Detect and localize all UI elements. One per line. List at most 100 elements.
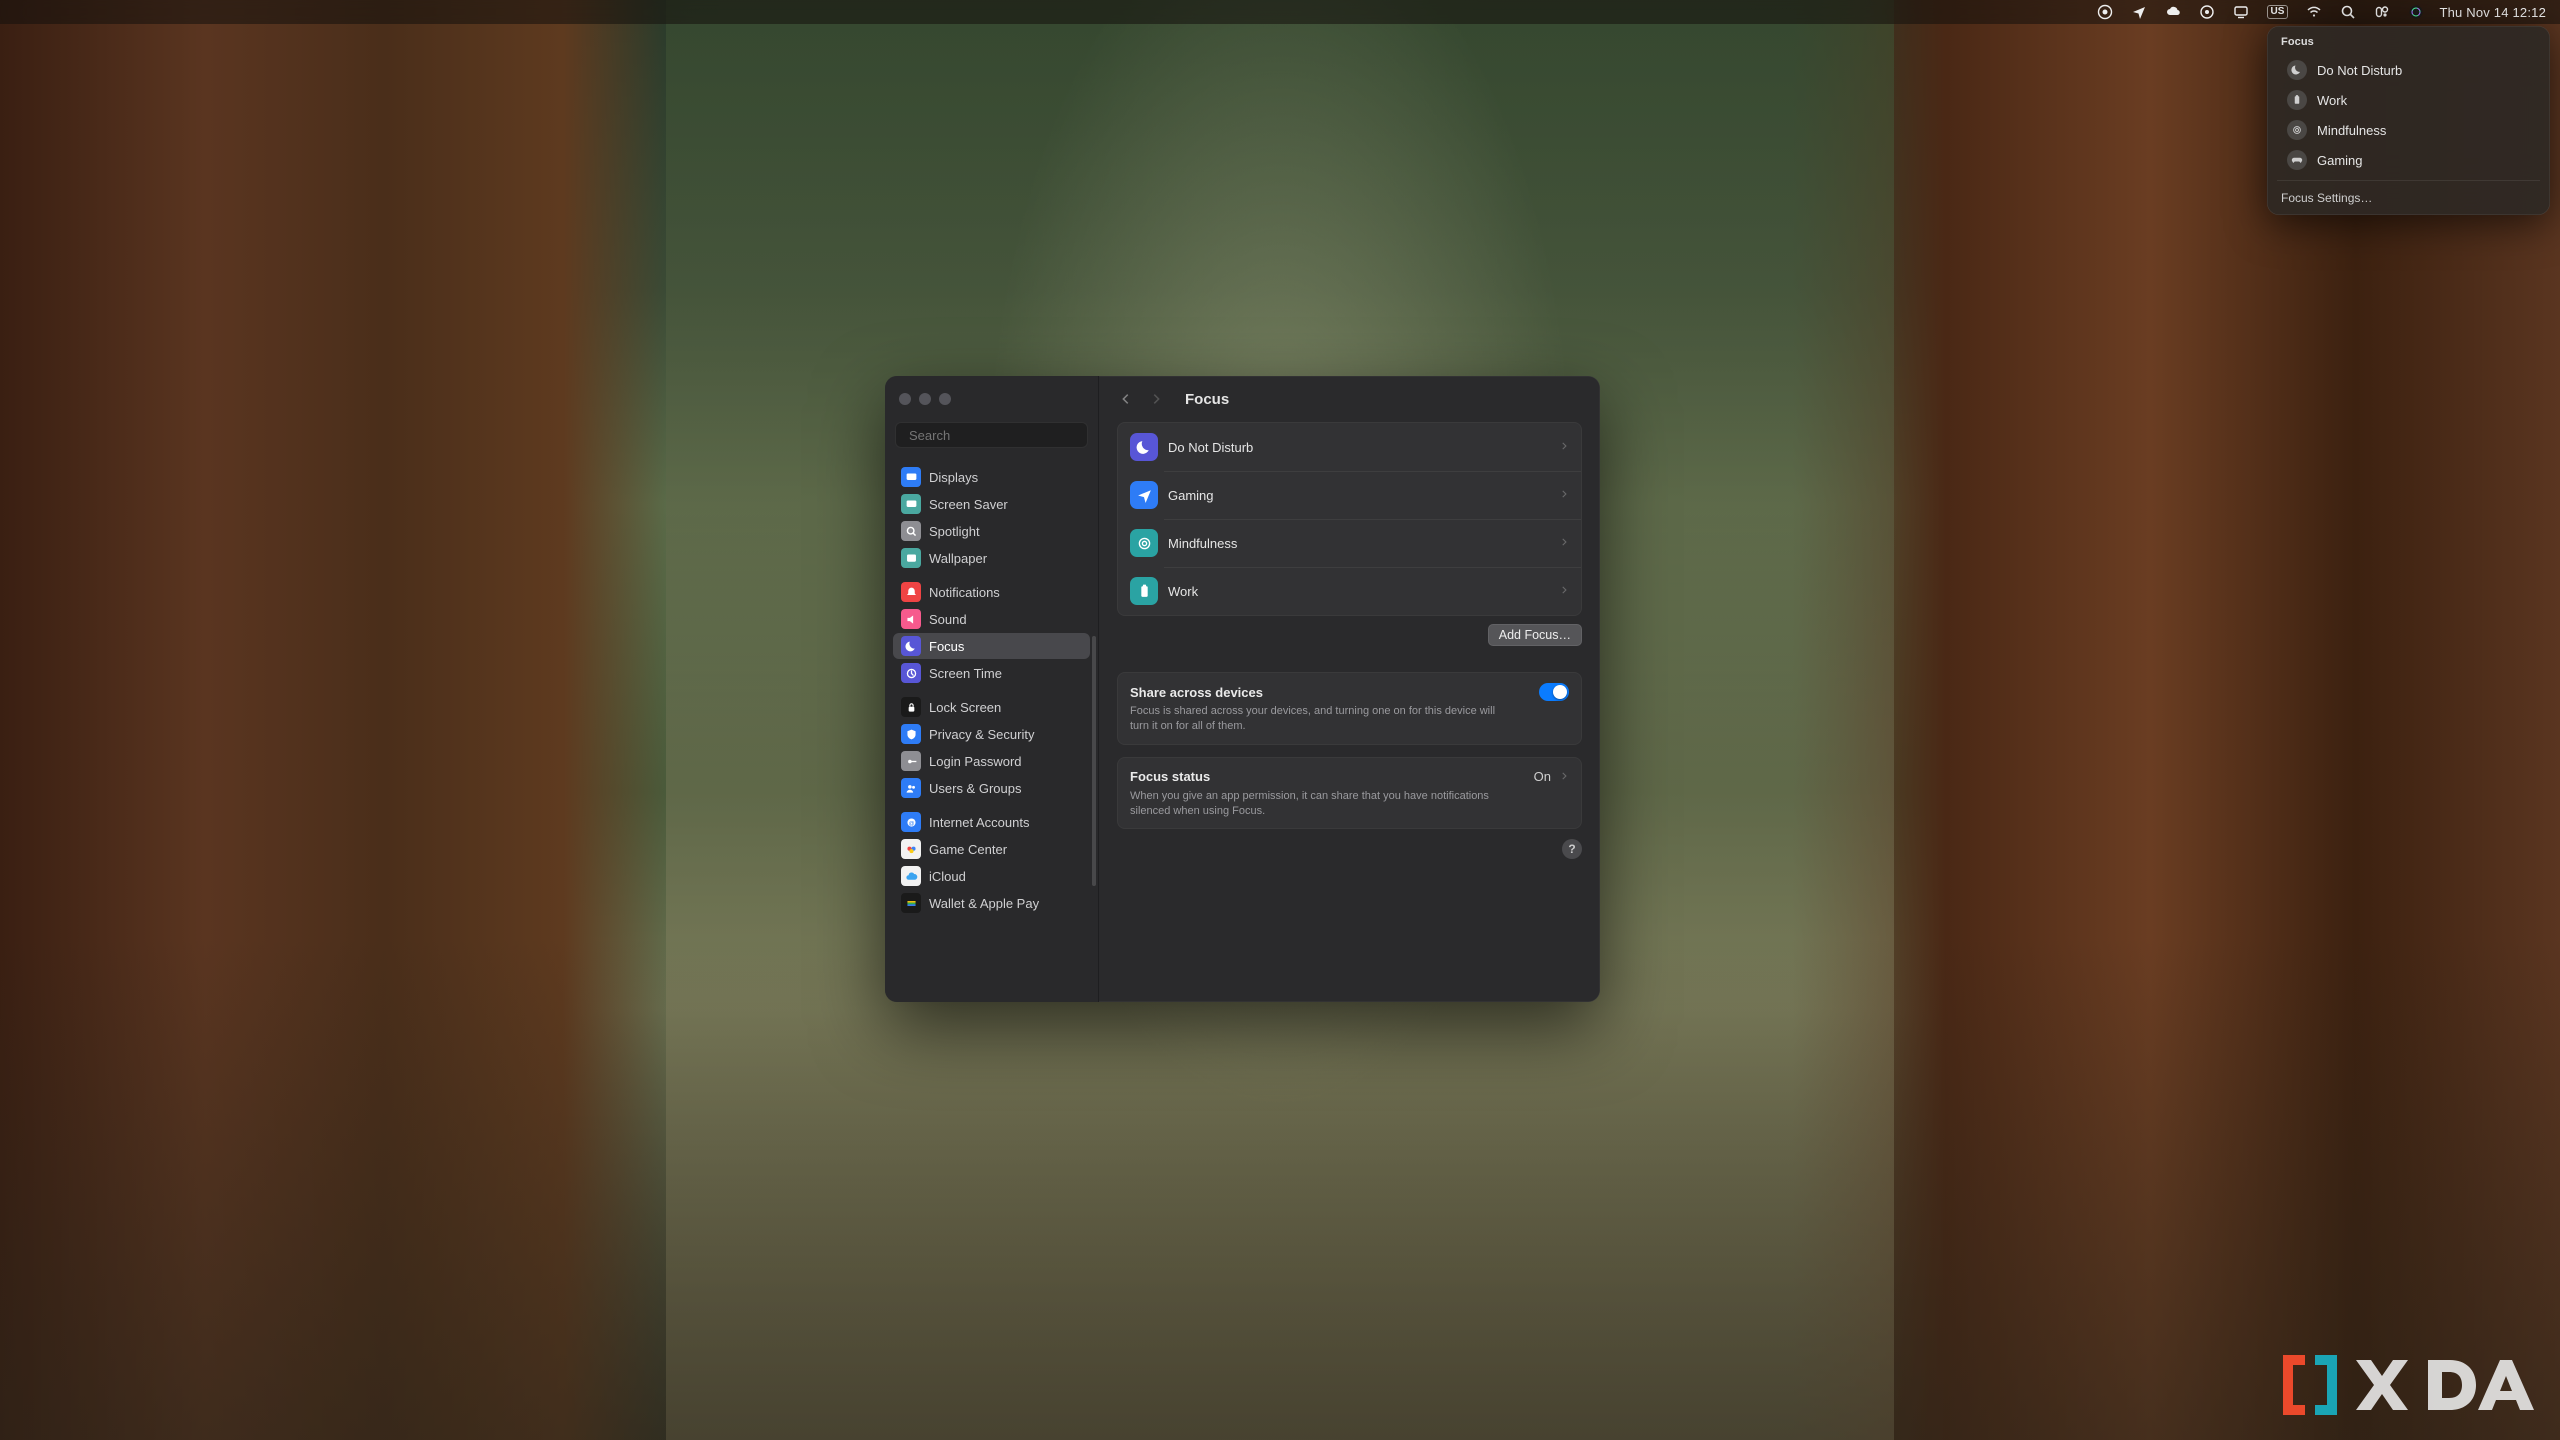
- focus-row-mindfulness[interactable]: Mindfulness: [1118, 519, 1581, 567]
- focus-row-gaming[interactable]: Gaming: [1118, 471, 1581, 519]
- nav-forward-button[interactable]: [1145, 388, 1167, 410]
- sidebar-scroll[interactable]: Displays Screen Saver Spotlight Wallpape…: [885, 456, 1098, 1002]
- settings-content: Focus Do Not Disturb Gaming: [1099, 376, 1600, 1002]
- focus-status-row[interactable]: Focus status On When you give an app per…: [1118, 758, 1581, 829]
- menu-bar: US Thu Nov 14 12:12: [0, 0, 2560, 24]
- wallet-icon: [901, 893, 921, 913]
- menubar-keyboard-input-icon[interactable]: US: [2258, 0, 2298, 24]
- popover-item-gaming[interactable]: Gaming: [2273, 146, 2544, 174]
- search-input[interactable]: [909, 428, 1085, 443]
- sidebar-item-focus[interactable]: Focus: [893, 633, 1090, 659]
- chevron-right-icon: [1559, 486, 1569, 504]
- focus-row-label: Gaming: [1168, 488, 1549, 503]
- focus-popover-title: Focus: [2267, 34, 2550, 54]
- add-focus-button[interactable]: Add Focus…: [1488, 624, 1582, 646]
- sidebar-item-spotlight[interactable]: Spotlight: [893, 518, 1090, 544]
- focus-row-label: Do Not Disturb: [1168, 440, 1549, 455]
- sidebar-item-icloud[interactable]: iCloud: [893, 863, 1090, 889]
- menubar-spotlight-icon[interactable]: [2331, 0, 2365, 24]
- popover-item-do-not-disturb[interactable]: Do Not Disturb: [2273, 56, 2544, 84]
- moon-icon: [2287, 60, 2307, 80]
- sidebar-item-privacy-security[interactable]: Privacy & Security: [893, 721, 1090, 747]
- wallpaper-icon: [901, 548, 921, 568]
- focus-status-value: On: [1534, 769, 1551, 784]
- sidebar-item-label: Screen Saver: [929, 497, 1008, 512]
- popover-item-label: Do Not Disturb: [2317, 63, 2402, 78]
- setting-title: Share across devices: [1130, 685, 1539, 700]
- svg-text:@: @: [908, 820, 914, 826]
- sidebar-item-lock-screen[interactable]: Lock Screen: [893, 694, 1090, 720]
- users-groups-icon: [901, 778, 921, 798]
- sidebar-item-screen-time[interactable]: Screen Time: [893, 660, 1090, 686]
- sidebar-item-game-center[interactable]: Game Center: [893, 836, 1090, 862]
- person-lanyard-icon: [1130, 577, 1158, 605]
- chevron-right-icon: [1559, 582, 1569, 600]
- screen-saver-icon: [901, 494, 921, 514]
- moon-icon: [1130, 433, 1158, 461]
- spotlight-icon: [901, 521, 921, 541]
- sidebar-item-screen-saver[interactable]: Screen Saver: [893, 491, 1090, 517]
- sidebar-item-label: Notifications: [929, 585, 1000, 600]
- focus-row-label: Mindfulness: [1168, 536, 1549, 551]
- sidebar-item-wallpaper[interactable]: Wallpaper: [893, 545, 1090, 571]
- privacy-icon: [901, 724, 921, 744]
- setting-title: Focus status: [1130, 769, 1534, 784]
- popover-item-mindfulness[interactable]: Mindfulness: [2273, 116, 2544, 144]
- page-title: Focus: [1185, 391, 1229, 408]
- sidebar-item-label: Wallpaper: [929, 551, 987, 566]
- desktop-background: US Thu Nov 14 12:12 Focus Do Not Disturb…: [0, 0, 2560, 1440]
- menubar-focus-icon[interactable]: [2190, 0, 2224, 24]
- sidebar-item-label: Screen Time: [929, 666, 1002, 681]
- menubar-screen-mirroring-icon[interactable]: [2224, 0, 2258, 24]
- sidebar-item-label: Game Center: [929, 842, 1007, 857]
- sidebar-item-internet-accounts[interactable]: @ Internet Accounts: [893, 809, 1090, 835]
- focus-settings-link[interactable]: Focus Settings…: [2267, 187, 2550, 209]
- focus-row-label: Work: [1168, 584, 1549, 599]
- sidebar-item-notifications[interactable]: Notifications: [893, 579, 1090, 605]
- share-devices-row: Share across devices Focus is shared acr…: [1118, 673, 1581, 744]
- sidebar-item-users-groups[interactable]: Users & Groups: [893, 775, 1090, 801]
- popover-item-work[interactable]: Work: [2273, 86, 2544, 114]
- menubar-siri-icon[interactable]: [2399, 0, 2433, 24]
- focus-row-do-not-disturb[interactable]: Do Not Disturb: [1118, 423, 1581, 471]
- sidebar-item-displays[interactable]: Displays: [893, 464, 1090, 490]
- chevron-right-icon: [1559, 768, 1569, 786]
- menubar-wifi-icon[interactable]: [2297, 0, 2331, 24]
- window-traffic-lights: [899, 393, 951, 405]
- share-devices-toggle[interactable]: [1539, 683, 1569, 701]
- focus-icon: [901, 636, 921, 656]
- popover-item-label: Mindfulness: [2317, 123, 2386, 138]
- sidebar-search-field[interactable]: [895, 422, 1088, 448]
- sidebar-item-label: Displays: [929, 470, 978, 485]
- sidebar-item-label: Internet Accounts: [929, 815, 1029, 830]
- menubar-obs-icon[interactable]: [2088, 0, 2122, 24]
- menubar-control-center-icon[interactable]: [2365, 0, 2399, 24]
- xda-watermark: [2278, 1348, 2538, 1422]
- sidebar-item-label: Spotlight: [929, 524, 980, 539]
- sidebar-item-wallet-apple-pay[interactable]: Wallet & Apple Pay: [893, 890, 1090, 916]
- zoom-button[interactable]: [939, 393, 951, 405]
- sidebar-item-label: Login Password: [929, 754, 1022, 769]
- close-button[interactable]: [899, 393, 911, 405]
- nav-back-button[interactable]: [1115, 388, 1137, 410]
- sidebar-item-label: Focus: [929, 639, 964, 654]
- sidebar-item-login-password[interactable]: Login Password: [893, 748, 1090, 774]
- internet-accounts-icon: @: [901, 812, 921, 832]
- help-button[interactable]: ?: [1562, 839, 1582, 859]
- focus-row-work[interactable]: Work: [1118, 567, 1581, 615]
- chevron-right-icon: [1559, 534, 1569, 552]
- game-controller-icon: [1130, 481, 1158, 509]
- minimize-button[interactable]: [919, 393, 931, 405]
- menubar-location-icon[interactable]: [2122, 0, 2156, 24]
- sidebar-item-label: Lock Screen: [929, 700, 1001, 715]
- game-center-icon: [901, 839, 921, 859]
- sidebar-item-label: Privacy & Security: [929, 727, 1034, 742]
- sidebar-item-label: iCloud: [929, 869, 966, 884]
- divider: [2277, 180, 2540, 181]
- focus-status-panel[interactable]: Focus status On When you give an app per…: [1117, 757, 1582, 830]
- window-titlebar-right: Focus: [1099, 376, 1600, 422]
- menubar-cloud-icon[interactable]: [2156, 0, 2190, 24]
- sidebar-item-sound[interactable]: Sound: [893, 606, 1090, 632]
- sidebar-item-label: Users & Groups: [929, 781, 1021, 796]
- menubar-datetime[interactable]: Thu Nov 14 12:12: [2433, 0, 2556, 24]
